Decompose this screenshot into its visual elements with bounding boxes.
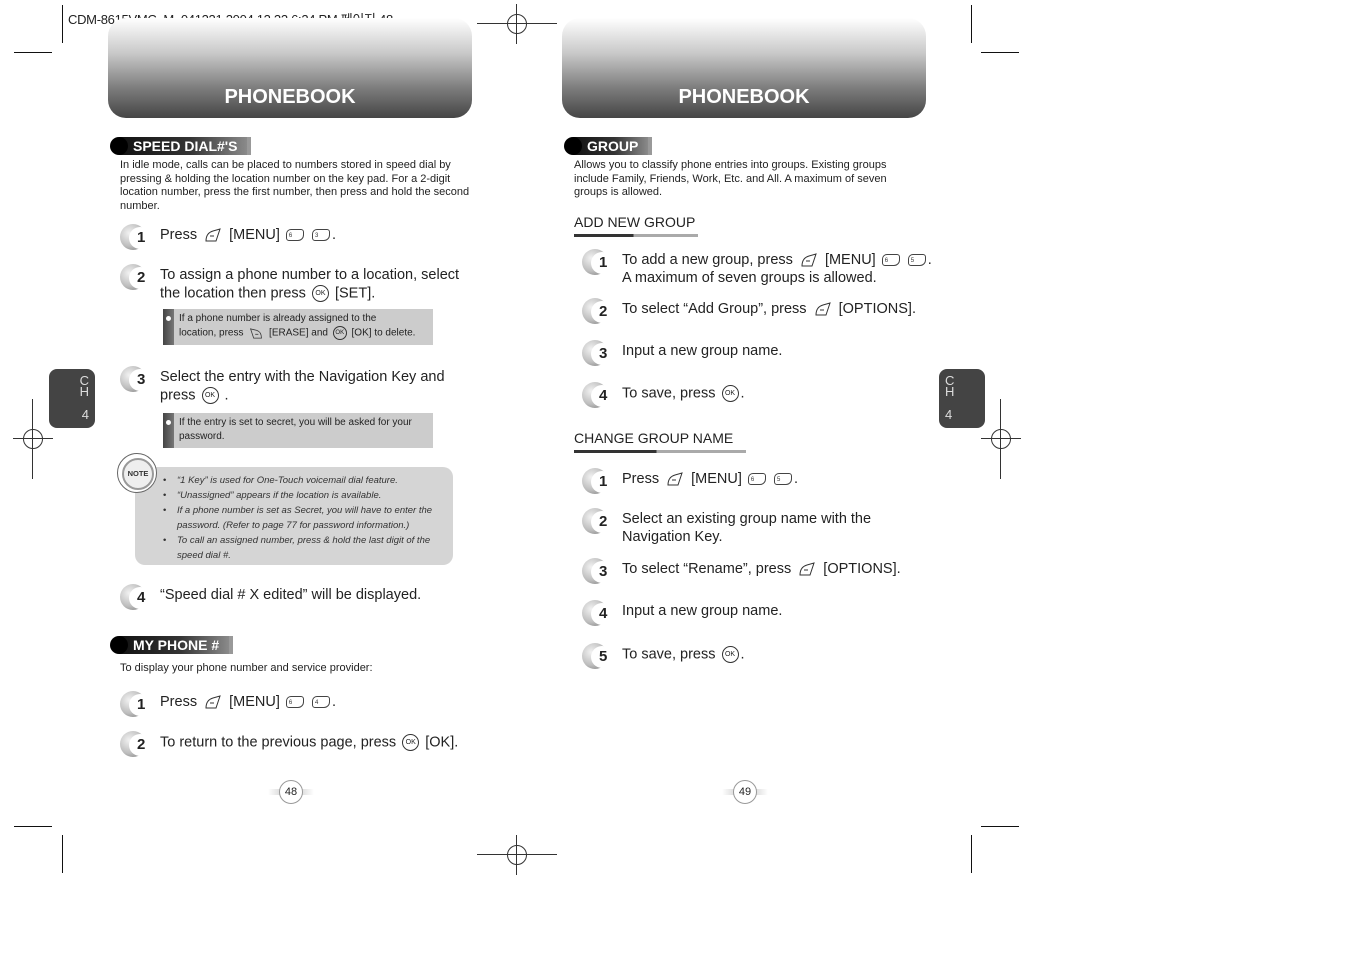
step-number-badge: 2	[120, 731, 151, 757]
left-soft-key-icon	[799, 562, 816, 576]
registration-mark-icon	[477, 4, 557, 44]
chapter-tab-right: C H 4	[939, 369, 985, 428]
group-intro: Allows you to classify phone entries int…	[574, 159, 887, 198]
step-number-badge: 4	[582, 600, 613, 626]
tip-box-erase: If a phone number is already assigned to…	[163, 309, 433, 345]
ok-key-icon: OK	[311, 284, 329, 302]
key-4-icon: 4	[311, 696, 330, 709]
step-number-badge: 2	[582, 508, 613, 534]
add-group-step-3: 3 Input a new group name.	[582, 340, 782, 366]
note-box: “1 Key” is used for One-Touch voicemail …	[135, 467, 453, 565]
note-item: “1 Key” is used for One-Touch voicemail …	[163, 473, 445, 488]
my-phone-step-2: 2 To return to the previous page, press …	[120, 731, 458, 757]
step-number-badge: 3	[120, 366, 151, 392]
ok-key-icon: OK	[402, 734, 420, 751]
section-heading-my-phone: MY PHONE #	[110, 636, 234, 654]
chapter-tab-left: C H 4	[49, 369, 95, 428]
step-number-badge: 2	[582, 298, 613, 324]
add-group-step-2: 2 To select “Add Group”, press [OPTIONS]…	[582, 298, 916, 324]
crop-mark	[971, 835, 972, 873]
key-6-icon: 6	[747, 473, 766, 486]
step-number-badge: 4	[120, 584, 151, 610]
my-phone-intro: To display your phone number and service…	[120, 662, 373, 674]
my-phone-step-1: 1 Press [MENU] 6 4.	[120, 691, 336, 717]
right-soft-key-icon	[250, 327, 263, 339]
step-number-badge: 2	[120, 264, 151, 290]
crop-mark	[62, 835, 63, 873]
speed-dial-step-1: 1 Press [MENU] 6 3.	[120, 224, 336, 250]
page-number: 49	[733, 780, 757, 804]
key-5-icon: 5	[907, 254, 926, 267]
subheading-add-new-group: ADD NEW GROUP	[574, 214, 698, 237]
step-number-badge: 1	[120, 691, 151, 717]
change-group-step-2: 2 Select an existing group name with the…	[582, 508, 871, 546]
change-group-step-3: 3 To select “Rename”, press [OPTIONS].	[582, 558, 901, 584]
registration-mark-icon	[13, 399, 53, 479]
subheading-change-group-name: CHANGE GROUP NAME	[574, 430, 746, 453]
note-item: To call an assigned number, press & hold…	[163, 533, 445, 563]
tip-box-secret: If the entry is set to secret, you will …	[163, 413, 433, 448]
chapter-tab-number: 4	[945, 407, 953, 422]
note-icon: NOTE	[117, 453, 157, 493]
left-soft-key-icon	[667, 472, 683, 486]
page-banner-left: PHONEBOOK	[108, 18, 472, 118]
speed-dial-intro: In idle mode, calls can be placed to num…	[120, 159, 470, 212]
key-6-icon: 6	[285, 229, 304, 242]
step-number-badge: 1	[582, 249, 613, 275]
tip-bullet-icon	[163, 309, 174, 345]
registration-mark-icon	[477, 835, 557, 875]
crop-mark	[14, 52, 52, 53]
ok-key-icon: OK	[721, 385, 739, 402]
page-title: PHONEBOOK	[678, 86, 810, 108]
registration-mark-icon	[981, 399, 1021, 479]
speed-dial-step-4: 4 “Speed dial # X edited” will be displa…	[120, 584, 421, 610]
crop-mark	[62, 5, 63, 43]
crop-mark	[981, 826, 1019, 827]
key-6-icon: 6	[881, 254, 900, 267]
step-number-badge: 1	[120, 224, 151, 250]
crop-mark	[14, 826, 52, 827]
section-heading-speed-dial: SPEED DIAL#'S	[110, 137, 252, 155]
left-soft-key-icon	[815, 302, 831, 316]
page-title: PHONEBOOK	[224, 86, 356, 108]
left-soft-key-icon	[205, 228, 221, 242]
key-6-icon: 6	[285, 696, 304, 709]
add-group-step-1: 1 To add a new group, press [MENU] 6 5. …	[582, 249, 932, 287]
bullet-dot-icon	[110, 137, 128, 155]
page-banner-right: PHONEBOOK	[562, 18, 926, 118]
note-item: “Unassigned” appears if the location is …	[163, 488, 445, 503]
bullet-dot-icon	[110, 636, 128, 654]
tip-bullet-icon	[163, 413, 174, 448]
add-group-step-4: 4 To save, press OK.	[582, 382, 745, 408]
ok-key-icon: OK	[332, 326, 347, 340]
chapter-tab-h: H	[79, 384, 89, 399]
left-soft-key-icon	[801, 253, 817, 267]
note-item: If a phone number is set as Secret, you …	[163, 503, 445, 533]
bullet-dot-icon	[564, 137, 582, 155]
left-soft-key-icon	[205, 695, 221, 709]
section-heading-group: GROUP	[564, 137, 653, 155]
speed-dial-step-3: 3 Select the entry with the Navigation K…	[120, 366, 470, 404]
crop-mark	[981, 52, 1019, 53]
step-number-badge: 5	[582, 643, 613, 669]
crop-mark	[971, 5, 972, 43]
change-group-step-5: 5 To save, press OK.	[582, 643, 745, 669]
ok-key-icon: OK	[201, 386, 219, 404]
change-group-step-1: 1 Press [MENU] 6 5.	[582, 468, 798, 494]
ok-key-icon: OK	[721, 646, 739, 663]
step-number-badge: 4	[582, 382, 613, 408]
chapter-tab-number: 4	[81, 407, 89, 422]
step-number-badge: 3	[582, 340, 613, 366]
key-5-icon: 5	[773, 473, 792, 486]
page-number: 48	[279, 780, 303, 804]
speed-dial-step-2: 2 To assign a phone number to a location…	[120, 264, 470, 302]
step-number-badge: 3	[582, 558, 613, 584]
step-number-badge: 1	[582, 468, 613, 494]
change-group-step-4: 4 Input a new group name.	[582, 600, 782, 626]
chapter-tab-h: H	[945, 384, 955, 399]
key-3-icon: 3	[311, 229, 330, 242]
